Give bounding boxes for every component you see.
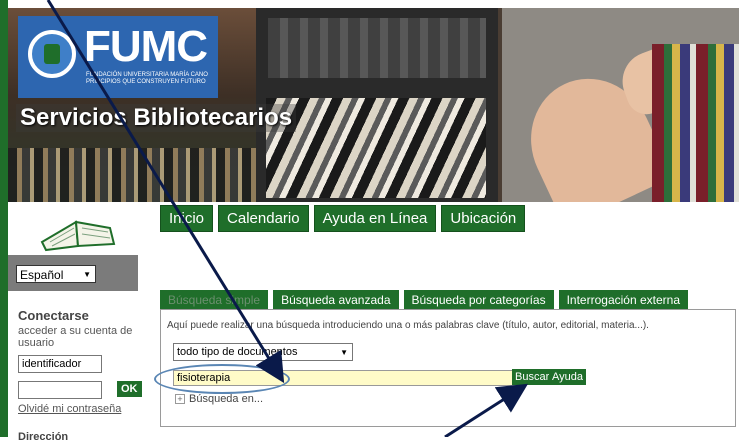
arrow-to-search-button <box>444 383 529 437</box>
annotation-arrows <box>46 0 529 437</box>
arrow-to-search-input <box>46 0 285 384</box>
